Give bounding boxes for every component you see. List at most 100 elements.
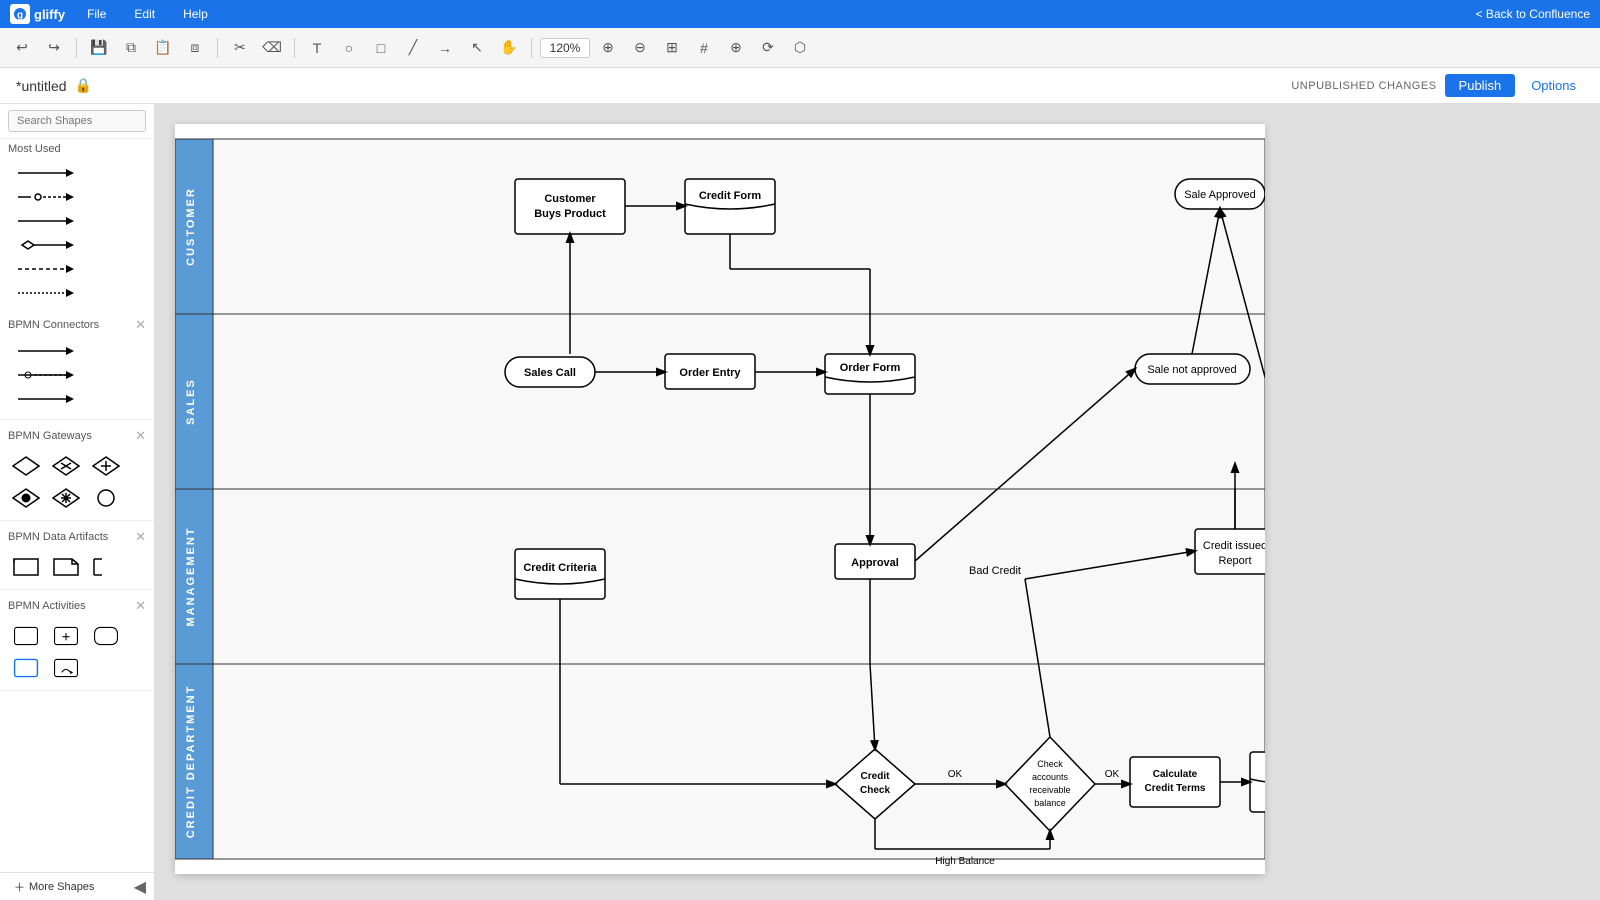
grid-button[interactable]: #: [690, 34, 718, 62]
svg-text:OK: OK: [948, 769, 963, 780]
cut-button[interactable]: ✂: [226, 34, 254, 62]
menu-file[interactable]: File: [81, 5, 112, 23]
sidebar: Most Used BPMN Conn: [0, 104, 155, 900]
svg-text:CUSTOMER: CUSTOMER: [185, 187, 197, 266]
svg-text:OK: OK: [1105, 769, 1120, 780]
lock-icon[interactable]: 🔒: [75, 77, 92, 94]
connector-diamond-arrow[interactable]: [8, 233, 146, 257]
paste-button[interactable]: 📋: [149, 34, 177, 62]
svg-text:Calculate: Calculate: [1153, 769, 1198, 780]
svg-text:Credit Terms: Credit Terms: [1145, 783, 1206, 794]
gateway-exclusive[interactable]: [8, 452, 44, 480]
line-tool[interactable]: ╱: [399, 34, 427, 62]
svg-text:Sale not approved: Sale not approved: [1147, 364, 1236, 376]
task-loop[interactable]: [48, 654, 84, 682]
task-simple[interactable]: [8, 622, 44, 650]
zoom-display[interactable]: 120%: [540, 38, 590, 58]
plus-icon: ＋: [14, 879, 25, 895]
section-bpmn-connectors-header[interactable]: BPMN Connectors ✕: [0, 313, 154, 337]
gateway-complex[interactable]: [48, 484, 84, 512]
section-close-icon[interactable]: ✕: [135, 598, 146, 614]
section-label: BPMN Connectors: [8, 319, 99, 331]
canvas-area[interactable]: CUSTOMER SALES MANAGEMENT CREDIT DEPARTM…: [155, 104, 1600, 900]
section-bpmn-connectors: BPMN Connectors ✕: [0, 309, 154, 420]
svg-text:SALES: SALES: [185, 378, 197, 425]
task-plus[interactable]: [48, 622, 84, 650]
connector-dashed-dot[interactable]: [8, 185, 146, 209]
section-bpmn-activities-header[interactable]: BPMN Activities ✕: [0, 594, 154, 618]
delete-button[interactable]: ⌫: [258, 34, 286, 62]
gateways-grid: [0, 448, 154, 516]
section-bpmn-data-artifacts-header[interactable]: BPMN Data Artifacts ✕: [0, 525, 154, 549]
collapse-sidebar-button[interactable]: ◀: [134, 877, 146, 897]
arrow-tool[interactable]: →: [431, 34, 459, 62]
text-tool[interactable]: T: [303, 34, 331, 62]
svg-text:balance: balance: [1034, 798, 1066, 808]
data-annotation[interactable]: [88, 553, 124, 581]
select-tool[interactable]: ↖: [463, 34, 491, 62]
svg-text:Sale Approved: Sale Approved: [1184, 189, 1256, 201]
gateway-circle[interactable]: [88, 484, 124, 512]
gateway-parallel[interactable]: [88, 452, 124, 480]
save-button[interactable]: 💾: [85, 34, 113, 62]
copy-button[interactable]: ⧉: [117, 34, 145, 62]
section-close-icon[interactable]: ✕: [135, 317, 146, 333]
options-button[interactable]: Options: [1523, 74, 1584, 97]
search-input[interactable]: [8, 110, 146, 132]
rect-tool[interactable]: □: [367, 34, 395, 62]
bpmn-msg-flow[interactable]: [8, 387, 146, 411]
data-artifacts-grid: [0, 549, 154, 585]
gateway-inclusive[interactable]: [8, 484, 44, 512]
svg-text:Order Form: Order Form: [840, 362, 901, 374]
rotate-button[interactable]: ⟳: [754, 34, 782, 62]
logo-text: gliffy: [34, 7, 65, 22]
duplicate-button[interactable]: ⧈: [181, 34, 209, 62]
svg-text:Approval: Approval: [851, 557, 899, 569]
bpmn-seq-flow[interactable]: [8, 339, 146, 363]
svg-text:accounts: accounts: [1032, 772, 1069, 782]
connector-dashed-arrow[interactable]: [8, 281, 146, 305]
connector-solid-arrow[interactable]: [8, 161, 146, 185]
gateway-exclusive-x[interactable]: [48, 452, 84, 480]
publish-button[interactable]: Publish: [1445, 74, 1516, 97]
toolbar: ↩ ↪ 💾 ⧉ 📋 ⧈ ✂ ⌫ T ○ □ ╱ → ↖ ✋ 120% ⊕ ⊖ ⊞…: [0, 28, 1600, 68]
doc-title[interactable]: *untitled: [16, 78, 67, 94]
center-button[interactable]: ⊕: [722, 34, 750, 62]
back-to-confluence[interactable]: < Back to Confluence: [1476, 7, 1590, 21]
bpmn-default-flow[interactable]: [8, 363, 146, 387]
connector-dashed[interactable]: [8, 257, 146, 281]
diagram-canvas[interactable]: CUSTOMER SALES MANAGEMENT CREDIT DEPARTM…: [175, 124, 1265, 874]
section-close-icon[interactable]: ✕: [135, 428, 146, 444]
svg-text:CREDIT DEPARTMENT: CREDIT DEPARTMENT: [185, 685, 197, 839]
connector-solid-arrow2[interactable]: [8, 209, 146, 233]
svg-text:Check: Check: [860, 785, 890, 796]
logo-icon: g: [10, 4, 30, 24]
task-selected[interactable]: [8, 654, 44, 682]
section-label: BPMN Activities: [8, 600, 86, 612]
zoom-in-button[interactable]: ⊕: [594, 34, 622, 62]
section-close-icon[interactable]: ✕: [135, 529, 146, 545]
hand-tool[interactable]: ✋: [495, 34, 523, 62]
menu-help[interactable]: Help: [177, 5, 214, 23]
redo-button[interactable]: ↪: [40, 34, 68, 62]
zoom-out-button[interactable]: ⊖: [626, 34, 654, 62]
layers-button[interactable]: ⬡: [786, 34, 814, 62]
data-object[interactable]: [48, 553, 84, 581]
more-shapes-label: More Shapes: [29, 881, 94, 893]
undo-button[interactable]: ↩: [8, 34, 36, 62]
fit-button[interactable]: ⊞: [658, 34, 686, 62]
svg-text:Credit: Credit: [861, 771, 891, 782]
menu-edit[interactable]: Edit: [128, 5, 161, 23]
data-store[interactable]: [8, 553, 44, 581]
more-shapes-button[interactable]: ＋ More Shapes: [8, 877, 100, 897]
section-bpmn-gateways-header[interactable]: BPMN Gateways ✕: [0, 424, 154, 448]
svg-text:Sales Call: Sales Call: [524, 367, 576, 379]
task-rounded[interactable]: [88, 622, 124, 650]
svg-text:Credit Criteria: Credit Criteria: [523, 562, 597, 574]
unpublished-label: UNPUBLISHED CHANGES: [1291, 80, 1436, 92]
section-label: BPMN Gateways: [8, 430, 92, 442]
svg-text:Credit issued: Credit issued: [1203, 540, 1265, 552]
circle-tool[interactable]: ○: [335, 34, 363, 62]
search-box: [0, 104, 154, 139]
menubar: g gliffy File Edit Help < Back to Conflu…: [0, 0, 1600, 28]
